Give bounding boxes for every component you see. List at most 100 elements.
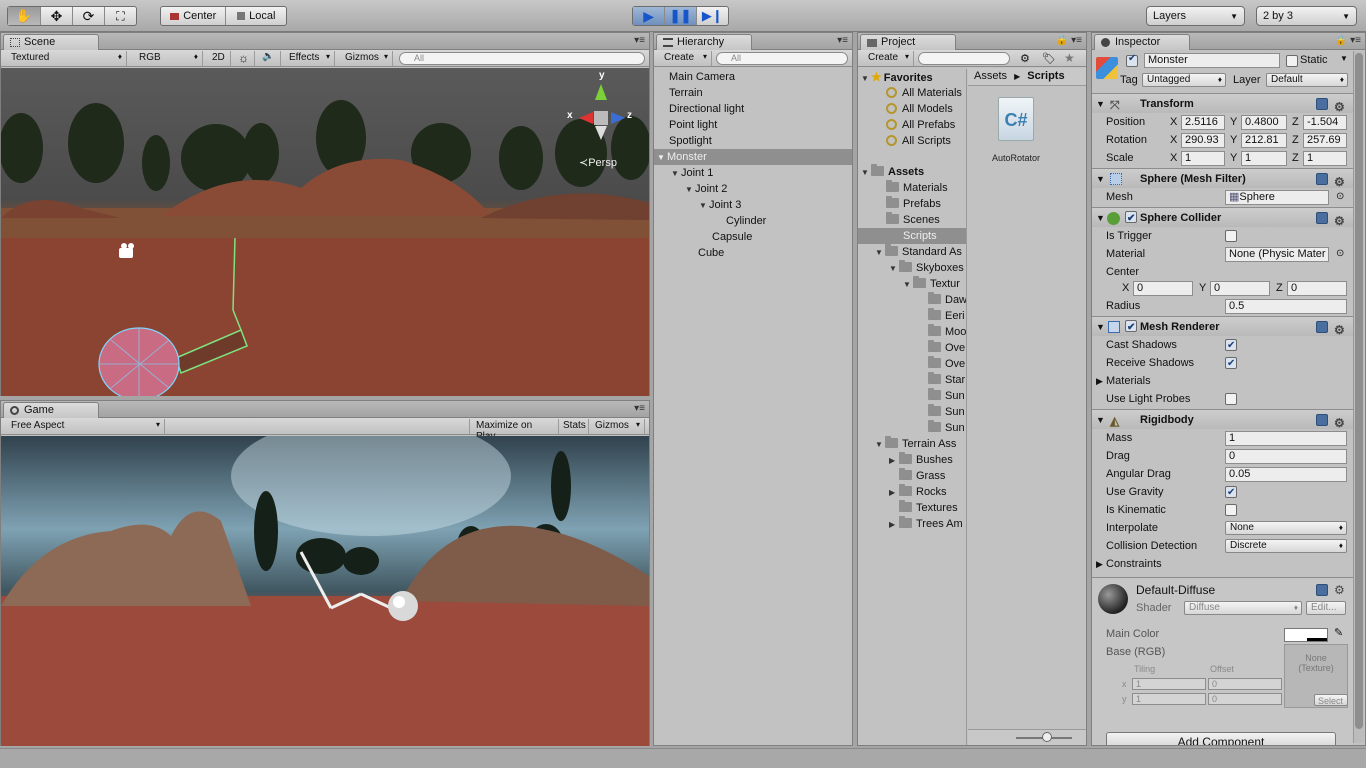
is-kinematic-checkbox[interactable] (1225, 504, 1237, 516)
shader-dropdown[interactable]: Diffuse ♦ (1184, 601, 1302, 615)
expand-arrow-icon[interactable]: ▼ (671, 166, 681, 182)
hierarchy-item[interactable]: Cylinder (654, 213, 852, 229)
center-z[interactable]: 0 (1287, 281, 1347, 296)
folder-item[interactable]: Sun (858, 404, 966, 420)
hand-tool-button[interactable]: ✋ (8, 7, 41, 25)
maximize-on-play-toggle[interactable]: Maximize on Play (469, 419, 559, 442)
help-icon[interactable] (1316, 414, 1328, 426)
angular-drag-field[interactable]: 0.05 (1225, 467, 1347, 482)
hierarchy-item[interactable]: Directional light (654, 101, 852, 117)
hierarchy-item[interactable]: Point light (654, 117, 852, 133)
rotation-y[interactable]: 212.81 (1241, 133, 1287, 148)
folder-item[interactable]: Textures (858, 500, 966, 516)
panel-menu-icon[interactable]: ▾≡ (1350, 35, 1361, 46)
filter-label-icon[interactable]: 🏷 (1042, 52, 1056, 65)
hierarchy-search-input[interactable]: All (716, 52, 848, 65)
rotation-z[interactable]: 257.69 (1303, 133, 1347, 148)
folder-item[interactable]: Star (858, 372, 966, 388)
rotate-tool-button[interactable]: ⟳ (73, 7, 105, 25)
folder-item[interactable]: ▼ Terrain Ass (858, 436, 966, 452)
center-y[interactable]: 0 (1210, 281, 1270, 296)
asset-file[interactable]: C# AutoRotator (986, 97, 1046, 177)
offset-y[interactable]: 0 (1208, 693, 1282, 705)
effects-dropdown[interactable]: Effects ▾ (283, 51, 335, 66)
object-picker-icon[interactable]: ⊙ (1336, 188, 1344, 206)
folder-item[interactable]: ▼ Textur (858, 276, 966, 292)
main-color-swatch[interactable] (1284, 628, 1328, 642)
use-gravity-checkbox[interactable] (1225, 484, 1237, 502)
favorite-item[interactable]: All Scripts (858, 133, 966, 149)
inspector-scrollbar[interactable] (1353, 51, 1364, 743)
help-icon[interactable] (1316, 321, 1328, 333)
static-checkbox[interactable] (1286, 55, 1298, 67)
hierarchy-item[interactable]: Main Camera (654, 69, 852, 85)
gear-icon[interactable]: ⚙ (1334, 583, 1345, 597)
tiling-x[interactable]: 1 (1132, 678, 1206, 690)
tab-game[interactable]: Game (3, 402, 99, 418)
panel-menu-icon[interactable]: ▾≡ (837, 35, 848, 46)
dropdown-arrow-icon[interactable]: ▼ (1340, 54, 1348, 63)
receive-shadows-checkbox[interactable] (1225, 355, 1237, 373)
physic-material-field[interactable]: None (Physic Mater (1225, 247, 1329, 262)
favorites-header[interactable]: ▼ ★ Favorites (858, 69, 966, 85)
collider-enabled-checkbox[interactable] (1125, 209, 1137, 229)
gizmos-dropdown[interactable]: Gizmos ▾ (339, 51, 393, 66)
scale-z[interactable]: 1 (1303, 151, 1347, 166)
collision-detection-dropdown[interactable]: Discrete ♦ (1225, 539, 1347, 553)
expand-arrow-icon[interactable]: ▼ (861, 165, 871, 181)
add-component-button[interactable]: Add Component (1106, 732, 1336, 745)
offset-x[interactable]: 0 (1208, 678, 1282, 690)
eyedropper-icon[interactable]: ✎ (1334, 626, 1343, 639)
help-icon[interactable] (1316, 584, 1328, 596)
tab-project[interactable]: Project (860, 34, 956, 50)
scale-tool-button[interactable]: ⛶ (105, 7, 136, 25)
panel-menu-icon[interactable]: ▾≡ (1071, 35, 1082, 46)
help-icon[interactable] (1316, 212, 1328, 224)
orientation-gizmo[interactable]: y x z (567, 70, 633, 144)
hierarchy-item[interactable]: Capsule (654, 229, 852, 245)
expand-arrow-icon[interactable]: ▼ (903, 277, 913, 293)
favorite-item[interactable]: All Materials (858, 85, 966, 101)
rotation-x[interactable]: 290.93 (1181, 133, 1225, 148)
position-y[interactable]: 0.4800 (1241, 115, 1287, 130)
light-probes-checkbox[interactable] (1225, 393, 1237, 405)
is-trigger-checkbox[interactable] (1225, 230, 1237, 242)
render-mode-dropdown[interactable]: RGB ♦ (133, 51, 203, 66)
project-search-input[interactable] (918, 52, 1010, 65)
panel-menu-icon[interactable]: ▾≡ (634, 403, 645, 414)
stats-toggle[interactable]: Stats (559, 419, 589, 434)
favorite-star-icon[interactable]: ★ (1064, 51, 1075, 65)
folder-item[interactable]: ▶ Bushes (858, 452, 966, 468)
hierarchy-item[interactable]: Spotlight (654, 133, 852, 149)
favorite-item[interactable]: All Models (858, 101, 966, 117)
shading-dropdown[interactable]: Textured ♦ (5, 51, 127, 66)
hierarchy-item[interactable]: Cube (654, 245, 852, 261)
folder-item[interactable]: ▼ Standard As (858, 244, 966, 260)
scene-viewport[interactable]: y x z ≺Persp (1, 68, 649, 396)
tab-scene[interactable]: Scene (3, 34, 99, 50)
layers-dropdown[interactable]: Layers ▼ (1146, 6, 1245, 26)
move-tool-button[interactable]: ✥ (41, 7, 73, 25)
pivot-local-button[interactable]: Local (226, 7, 286, 25)
collapse-arrow-icon[interactable]: ▶ (889, 517, 899, 533)
tiling-y[interactable]: 1 (1132, 693, 1206, 705)
folder-item[interactable]: Moo (858, 324, 966, 340)
radius-field[interactable]: 0.5 (1225, 299, 1347, 314)
shader-edit-button[interactable]: Edit... (1306, 601, 1346, 615)
position-z[interactable]: -1.504 (1303, 115, 1347, 130)
folder-item[interactable]: Sun (858, 388, 966, 404)
scale-x[interactable]: 1 (1181, 151, 1225, 166)
expand-arrow-icon[interactable]: ▼ (889, 261, 899, 277)
persp-label[interactable]: ≺Persp (579, 156, 617, 169)
drag-field[interactable]: 0 (1225, 449, 1347, 464)
expand-arrow-icon[interactable]: ▼ (875, 245, 885, 261)
expand-arrow-icon[interactable]: ▼ (875, 437, 885, 453)
position-x[interactable]: 2.5116 (1181, 115, 1225, 130)
tab-hierarchy[interactable]: Hierarchy (656, 34, 752, 50)
transform-header[interactable]: ▼ ⤧ Transform ⚙ (1092, 93, 1353, 114)
game-gizmos-dropdown[interactable]: Gizmos ▾ (589, 419, 645, 434)
scene-search-input[interactable]: All (399, 52, 645, 65)
audio-toggle[interactable]: 🔈 (257, 51, 281, 66)
help-icon[interactable] (1316, 98, 1328, 110)
collapse-arrow-icon[interactable]: ▶ (889, 453, 899, 469)
